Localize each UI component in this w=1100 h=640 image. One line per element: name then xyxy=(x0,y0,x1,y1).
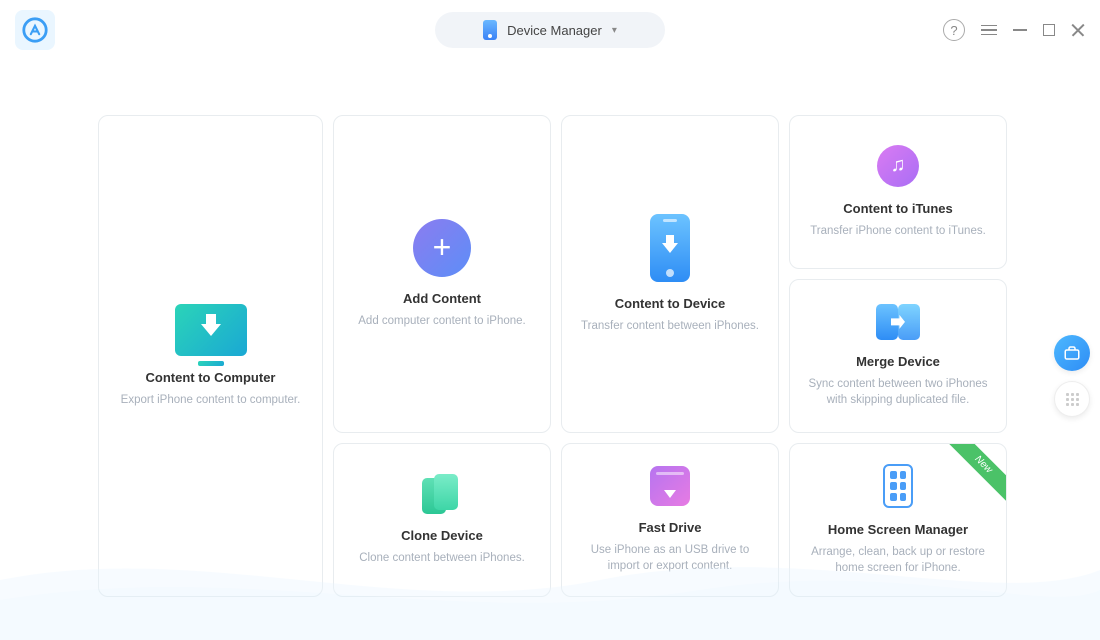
card-fast-drive[interactable]: Fast Drive Use iPhone as an USB drive to… xyxy=(561,443,779,597)
close-button[interactable] xyxy=(1071,23,1085,37)
card-content-to-device[interactable]: Content to Device Transfer content betwe… xyxy=(561,115,779,433)
side-tab-toolbox[interactable] xyxy=(1054,335,1090,371)
card-desc: Transfer iPhone content to iTunes. xyxy=(810,223,986,239)
clone-phones-icon xyxy=(422,474,462,514)
phone-download-icon xyxy=(650,214,690,282)
card-title: Add Content xyxy=(403,291,481,306)
menu-button[interactable] xyxy=(981,25,997,36)
card-content-to-computer[interactable]: Content to Computer Export iPhone conten… xyxy=(98,115,323,597)
card-desc: Sync content between two iPhones with sk… xyxy=(802,376,994,408)
app-logo xyxy=(15,10,55,50)
card-title: Fast Drive xyxy=(639,520,702,535)
card-title: Content to Computer xyxy=(146,370,276,385)
window-controls: ? xyxy=(943,19,1085,41)
device-selector-label: Device Manager xyxy=(507,23,602,38)
disk-icon xyxy=(650,466,690,506)
card-desc: Transfer content between iPhones. xyxy=(581,318,759,334)
music-circle-icon: ♫ xyxy=(877,145,919,187)
card-title: Content to iTunes xyxy=(843,201,953,216)
monitor-download-icon xyxy=(175,304,247,356)
card-title: Content to Device xyxy=(615,296,726,311)
card-content-to-itunes[interactable]: ♫ Content to iTunes Transfer iPhone cont… xyxy=(789,115,1007,269)
chevron-down-icon: ▾ xyxy=(612,25,617,36)
card-add-content[interactable]: + Add Content Add computer content to iP… xyxy=(333,115,551,433)
maximize-button[interactable] xyxy=(1043,24,1055,36)
minimize-button[interactable] xyxy=(1013,29,1027,31)
main-content: Content to Computer Export iPhone conten… xyxy=(0,60,1100,597)
card-desc: Add computer content to iPhone. xyxy=(358,313,526,329)
card-title: Home Screen Manager xyxy=(828,522,968,537)
card-title: Clone Device xyxy=(401,528,483,543)
card-desc: Clone content between iPhones. xyxy=(359,550,525,566)
card-desc: Arrange, clean, back up or restore home … xyxy=(802,544,994,576)
card-title: Merge Device xyxy=(856,354,940,369)
new-badge: New xyxy=(946,444,1006,504)
card-desc: Export iPhone content to computer. xyxy=(121,392,301,408)
phone-icon xyxy=(483,20,497,40)
plus-circle-icon: + xyxy=(413,219,471,277)
side-tab-grid[interactable] xyxy=(1054,381,1090,417)
home-screen-icon xyxy=(883,464,913,508)
device-selector[interactable]: Device Manager ▾ xyxy=(435,12,665,48)
card-merge-device[interactable]: Merge Device Sync content between two iP… xyxy=(789,279,1007,433)
card-desc: Use iPhone as an USB drive to import or … xyxy=(574,542,766,574)
titlebar: Device Manager ▾ ? xyxy=(0,0,1100,60)
card-clone-device[interactable]: Clone Device Clone content between iPhon… xyxy=(333,443,551,597)
merge-phones-icon xyxy=(876,304,920,340)
card-home-screen-manager[interactable]: New Home Screen Manager Arrange, clean, … xyxy=(789,443,1007,597)
side-tabs xyxy=(1054,335,1100,417)
help-button[interactable]: ? xyxy=(943,19,965,41)
